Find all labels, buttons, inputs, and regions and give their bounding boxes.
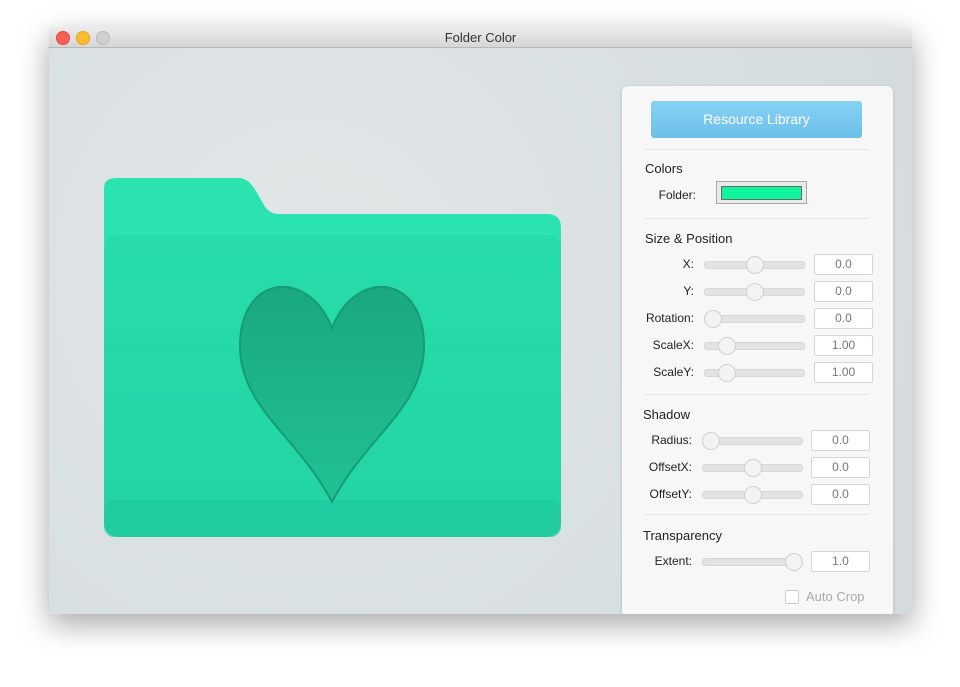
slider-thumb[interactable] [704, 310, 722, 328]
rotation-slider[interactable] [704, 310, 805, 328]
offsetx-value-field[interactable]: 0.0 [811, 457, 870, 478]
shadow-heading: Shadow [643, 407, 690, 422]
title-bar: Folder Color [49, 27, 912, 48]
x-label: X: [682, 257, 694, 271]
divider [645, 514, 869, 515]
slider-thumb[interactable] [743, 459, 762, 477]
offsetx-slider[interactable] [702, 459, 803, 477]
y-label: Y: [683, 284, 694, 298]
slider-thumb[interactable] [785, 553, 803, 571]
extent-label: Extent: [654, 554, 692, 568]
settings-panel: Resource Library Colors Folder: Size & P… [622, 86, 893, 614]
scaley-value-field[interactable]: 1.00 [814, 362, 873, 383]
auto-crop-checkbox[interactable] [785, 590, 799, 604]
transparency-heading: Transparency [643, 528, 722, 543]
divider [645, 218, 869, 219]
content-area: Resource Library Colors Folder: Size & P… [49, 48, 912, 614]
y-slider[interactable] [704, 283, 805, 301]
x-value-field[interactable]: 0.0 [814, 254, 873, 275]
slider-thumb[interactable] [743, 486, 762, 504]
extent-slider[interactable] [702, 553, 803, 571]
size-position-heading: Size & Position [645, 231, 733, 246]
auto-crop-label: Auto Crop [806, 589, 865, 604]
divider [645, 149, 869, 150]
slider-thumb[interactable] [718, 337, 737, 355]
offsety-value-field[interactable]: 0.0 [811, 484, 870, 505]
radius-label: Radius: [651, 433, 692, 447]
extent-value-field[interactable]: 1.0 [811, 551, 870, 572]
slider-thumb[interactable] [745, 256, 764, 274]
scaley-slider[interactable] [704, 364, 805, 382]
folder-color-well[interactable] [716, 181, 807, 204]
colors-heading: Colors [645, 161, 683, 176]
divider [645, 394, 869, 395]
folder-preview [104, 178, 561, 537]
app-window: Folder Color Resource Library Colors Fol… [49, 27, 912, 614]
y-value-field[interactable]: 0.0 [814, 281, 873, 302]
folder-color-label: Folder: [658, 188, 696, 202]
scalex-slider[interactable] [704, 337, 805, 355]
resource-library-button[interactable]: Resource Library [651, 101, 862, 138]
slider-thumb[interactable] [702, 432, 720, 450]
scalex-value-field[interactable]: 1.00 [814, 335, 873, 356]
x-slider[interactable] [704, 256, 805, 274]
offsety-label: OffsetY: [649, 487, 692, 501]
offsety-slider[interactable] [702, 486, 803, 504]
scaley-label: ScaleY: [653, 365, 694, 379]
rotation-value-field[interactable]: 0.0 [814, 308, 873, 329]
color-swatch [721, 186, 802, 200]
slider-thumb[interactable] [718, 364, 737, 382]
radius-value-field[interactable]: 0.0 [811, 430, 870, 451]
scalex-label: ScaleX: [652, 338, 694, 352]
offsetx-label: OffsetX: [648, 460, 692, 474]
radius-slider[interactable] [702, 432, 803, 450]
slider-thumb[interactable] [745, 283, 764, 301]
rotation-label: Rotation: [645, 311, 694, 325]
window-title: Folder Color [444, 30, 517, 45]
